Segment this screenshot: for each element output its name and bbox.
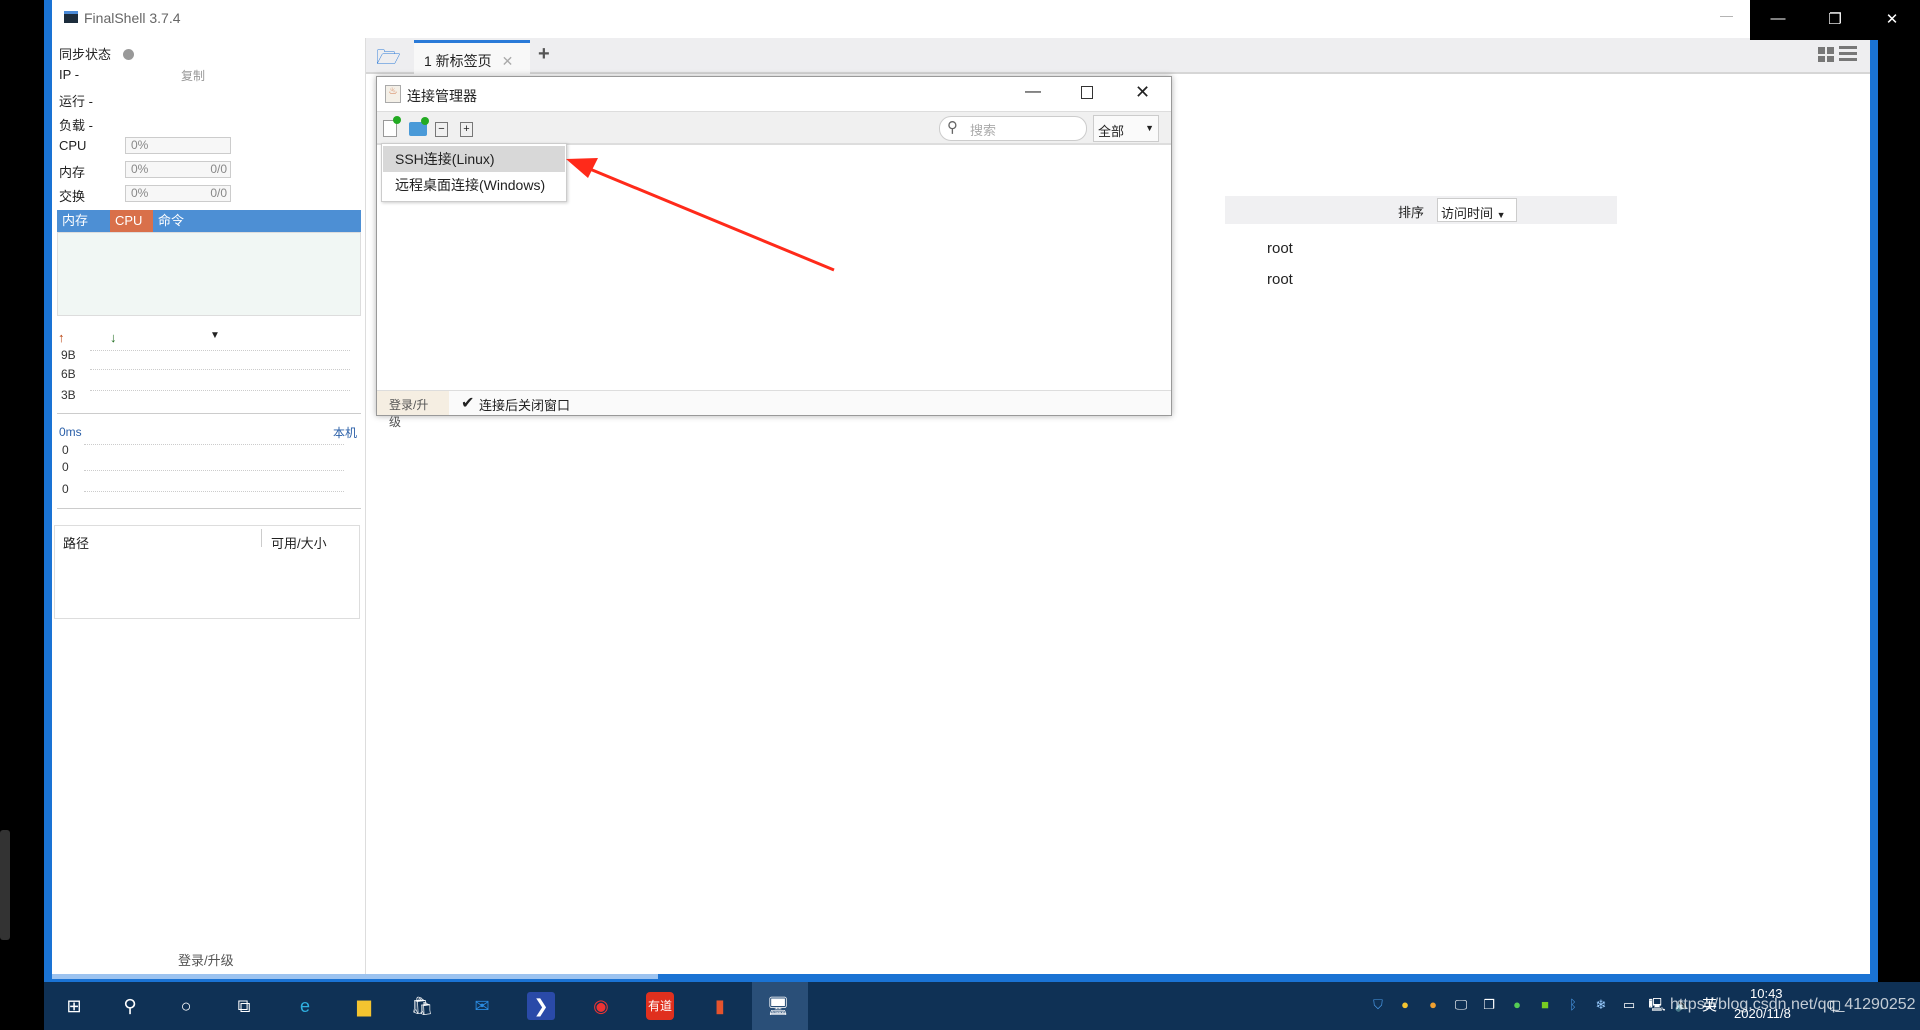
task-view-icon[interactable]: ⧉ (230, 992, 258, 1020)
network-icon[interactable]: 🖳 (1648, 996, 1666, 1014)
chrome-icon[interactable]: ◉ (587, 992, 615, 1020)
copy-icon[interactable]: ❐ (1480, 996, 1498, 1014)
battery-icon[interactable]: ▭ (1620, 996, 1638, 1014)
windows-start-icon[interactable]: ⊞ (60, 992, 88, 1020)
mail-icon[interactable]: ✉ (468, 992, 496, 1020)
file-explorer-icon[interactable]: ▆ (350, 992, 378, 1020)
tray-app-icon[interactable]: ● (1424, 996, 1442, 1014)
watermark: https://blog.csdn.net/qq_41290252 (1670, 996, 1916, 1013)
app-icon[interactable]: ▮ (706, 992, 734, 1020)
snowflake-icon[interactable]: ❄ (1592, 996, 1610, 1014)
cortana-icon[interactable]: ○ (172, 992, 200, 1020)
search-icon[interactable]: ⚲ (116, 992, 144, 1020)
wechat-icon[interactable]: ● (1508, 996, 1526, 1014)
network-display-icon[interactable]: 🖵 (1452, 996, 1470, 1014)
store-icon[interactable]: 🛍 (408, 992, 436, 1020)
edge-icon[interactable]: e (291, 992, 319, 1020)
powershell-icon[interactable]: ❯ (527, 992, 555, 1020)
security-icon[interactable]: ⛉ (1369, 996, 1387, 1014)
bluetooth-icon[interactable]: ᛒ (1564, 996, 1582, 1014)
nvidia-icon[interactable]: ■ (1536, 996, 1554, 1014)
finalshell-taskbar-icon[interactable]: 🖥 (764, 992, 792, 1020)
youdao-icon[interactable]: 有道 (646, 992, 674, 1020)
music-icon[interactable]: ● (1396, 996, 1414, 1014)
annotation-arrow (566, 158, 835, 272)
notification-icon[interactable]: ▢ (1826, 996, 1844, 1014)
taskbar: ⊞ ⚲ ○ ⧉ e ▆ 🛍 ✉ ❯ ◉ 有道 ▮ 🖥 ⛉ ● ● 🖵 ❐ ● ■… (44, 982, 1920, 1030)
